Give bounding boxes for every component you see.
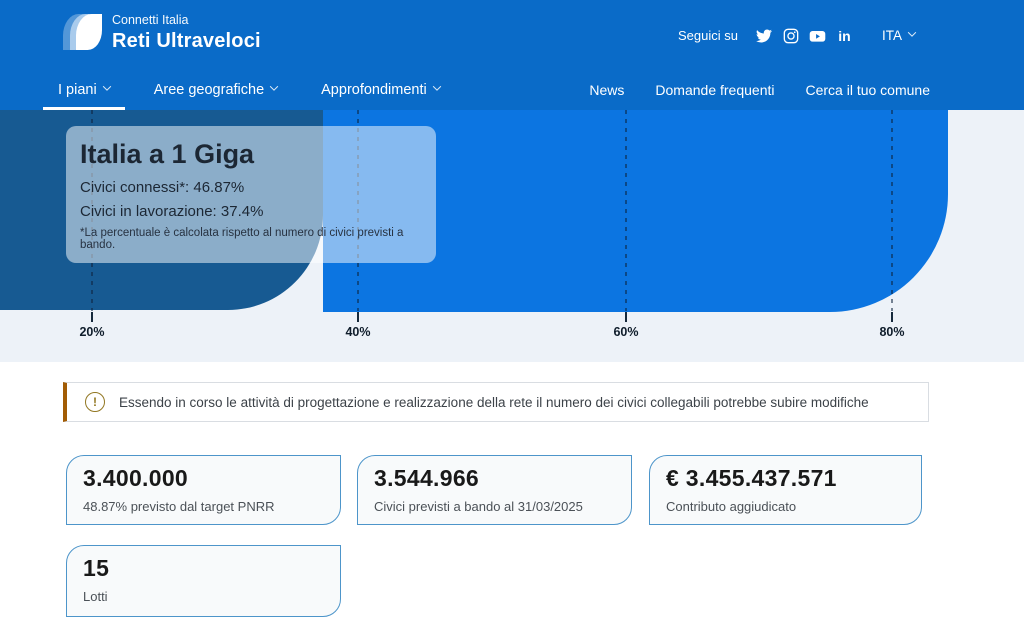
- brand-text: Connetti Italia Reti Ultraveloci: [112, 13, 261, 53]
- twitter-icon[interactable]: [755, 27, 772, 44]
- secondary-nav: News Domande frequenti Cerca il tuo comu…: [589, 82, 930, 98]
- page: Connetti Italia Reti Ultraveloci Seguici…: [0, 0, 1024, 642]
- axis-tick: [625, 312, 627, 322]
- civici-lavorazione-stat: Civici in lavorazione: 37.4%: [80, 203, 422, 220]
- site-header: Connetti Italia Reti Ultraveloci Seguici…: [0, 0, 1024, 110]
- nav-item-approfondimenti[interactable]: Approfondimenti: [306, 79, 455, 110]
- stat-label: 48.87% previsto dal target PNRR: [83, 499, 324, 514]
- axis-label-20: 20%: [79, 325, 104, 339]
- stat-value: 15: [83, 555, 324, 582]
- brand-supertitle: Connetti Italia: [112, 13, 261, 27]
- nav-link-news[interactable]: News: [589, 82, 624, 98]
- instagram-icon[interactable]: [782, 27, 799, 44]
- language-label: ITA: [882, 28, 902, 43]
- stat-card-contributo: € 3.455.437.571 Contributo aggiudicato: [649, 455, 922, 525]
- logo-petal: [76, 14, 102, 50]
- chevron-down-icon: [908, 28, 916, 36]
- civici-connessi-stat: Civici connessi*: 46.87%: [80, 179, 422, 196]
- chevron-down-icon: [102, 82, 110, 90]
- brand-title: Reti Ultraveloci: [112, 30, 261, 53]
- header-utilities: Seguici su in ITA: [678, 27, 915, 44]
- hero-footnote: *La percentuale è calcolata rispetto al …: [80, 227, 422, 251]
- gridline-80: [891, 110, 893, 311]
- axis-label-40: 40%: [345, 325, 370, 339]
- nav-item-i-piani[interactable]: I piani: [43, 79, 125, 110]
- stat-label: Lotti: [83, 589, 324, 604]
- gridline-60: [625, 110, 627, 311]
- stat-card-civici-bando: 3.544.966 Civici previsti a bando al 31/…: [357, 455, 632, 525]
- axis-label-80: 80%: [879, 325, 904, 339]
- stat-label: Contributo aggiudicato: [666, 499, 905, 514]
- hero-info-card: Italia a 1 Giga Civici connessi*: 46.87%…: [66, 126, 436, 263]
- axis-tick: [357, 312, 359, 322]
- language-selector[interactable]: ITA: [882, 28, 915, 43]
- hero-title: Italia a 1 Giga: [80, 139, 422, 170]
- chevron-down-icon: [270, 82, 278, 90]
- youtube-icon[interactable]: [809, 27, 826, 44]
- linkedin-icon[interactable]: in: [836, 27, 853, 44]
- chevron-down-icon: [432, 82, 440, 90]
- primary-nav: I piani Aree geografiche Approfondimenti: [43, 79, 469, 110]
- stat-value: € 3.455.437.571: [666, 465, 905, 492]
- follow-label: Seguici su: [678, 28, 738, 43]
- notice-banner: ! Essendo in corso le attività di proget…: [63, 382, 929, 422]
- axis-label-60: 60%: [613, 325, 638, 339]
- nav-item-aree-geografiche[interactable]: Aree geografiche: [139, 79, 292, 110]
- stat-label: Civici previsti a bando al 31/03/2025: [374, 499, 615, 514]
- stat-value: 3.544.966: [374, 465, 615, 492]
- logo-icon[interactable]: [63, 12, 103, 52]
- warning-icon: !: [85, 392, 105, 412]
- axis-tick: [891, 312, 893, 322]
- stat-card-lotti: 15 Lotti: [66, 545, 341, 617]
- hero-progress-section: 20% 40% 60% 80% Italia a 1 Giga Civici c…: [0, 110, 1024, 362]
- stat-value: 3.400.000: [83, 465, 324, 492]
- nav-link-domande-frequenti[interactable]: Domande frequenti: [655, 82, 774, 98]
- notice-text: Essendo in corso le attività di progetta…: [119, 395, 869, 410]
- nav-link-cerca-comune[interactable]: Cerca il tuo comune: [805, 82, 930, 98]
- axis-tick: [91, 312, 93, 322]
- stat-card-target-pnrr: 3.400.000 48.87% previsto dal target PNR…: [66, 455, 341, 525]
